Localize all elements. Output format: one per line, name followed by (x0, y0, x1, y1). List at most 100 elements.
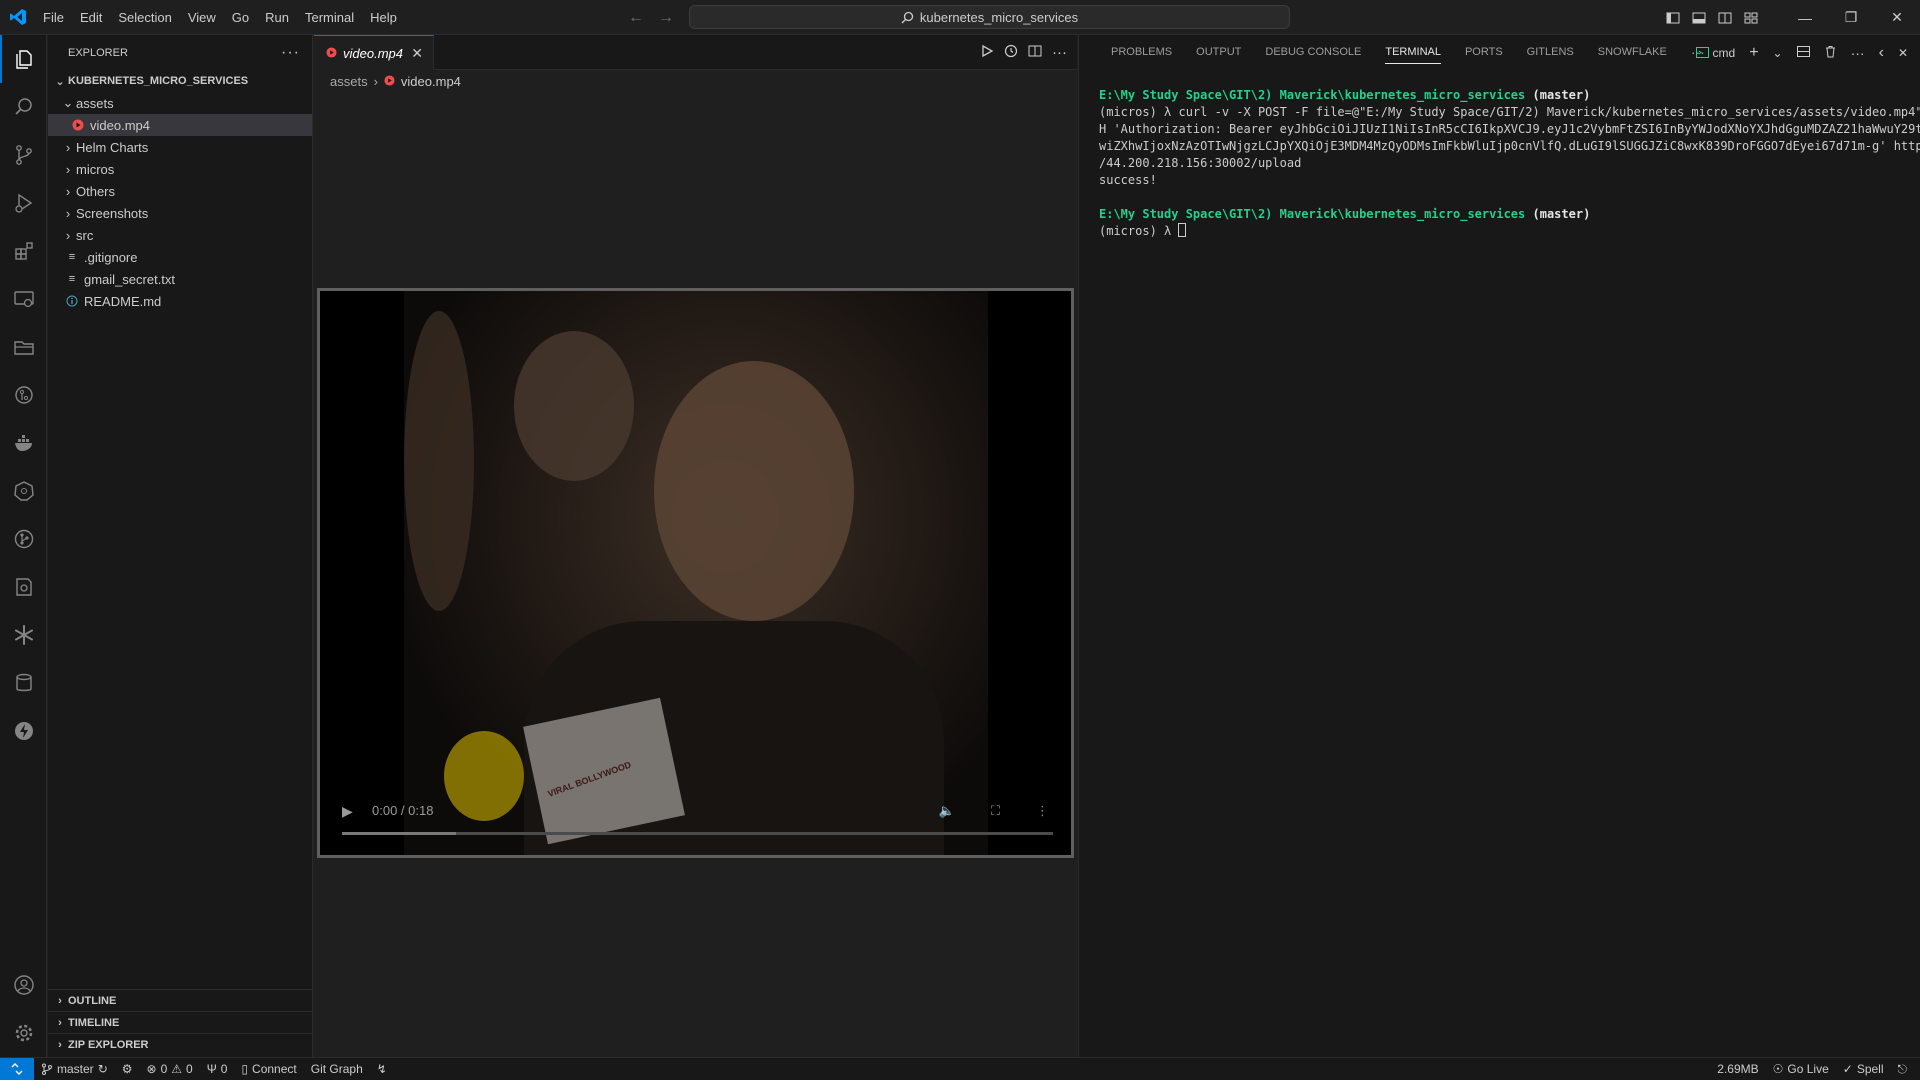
tree-item-label: micros (76, 161, 115, 177)
menu-selection[interactable]: Selection (110, 0, 179, 35)
remote-explorer-icon[interactable] (0, 275, 47, 323)
tree-item-src[interactable]: › src (48, 224, 312, 246)
spell-button[interactable]: ✓ Spell (1836, 1058, 1891, 1080)
video-player[interactable]: VIRAL BOLLYWOOD ▶ 0:00 / 0:18 🔈 ⛶ ⋮ (317, 288, 1074, 858)
git-graph-icon[interactable] (0, 515, 47, 563)
search-sidebar-icon[interactable] (0, 83, 47, 131)
more-actions-icon[interactable]: ··· (1052, 44, 1067, 61)
kubernetes-icon[interactable] (0, 467, 47, 515)
remote-indicator-icon[interactable] (0, 1058, 34, 1080)
tree-item-assets[interactable]: ⌄ assets (48, 92, 312, 114)
gitlens-icon[interactable] (0, 371, 47, 419)
forward-arrow-icon[interactable]: → (658, 9, 674, 27)
go-live-button[interactable]: ☉ Go Live (1766, 1058, 1836, 1080)
explorer-title: EXPLORER (68, 46, 128, 59)
split-terminal-icon[interactable] (1796, 45, 1810, 61)
timeline-history-icon[interactable] (1004, 44, 1018, 61)
command-result: success! (1099, 173, 1157, 187)
menu-go[interactable]: Go (224, 0, 257, 35)
close-window-icon[interactable]: ✕ (1874, 0, 1920, 35)
tab-terminal[interactable]: TERMINAL (1373, 35, 1453, 70)
tree-item-readme[interactable]: README.md (48, 290, 312, 312)
connect-button[interactable]: ▯ Connect (234, 1058, 303, 1080)
workspace-root[interactable]: ⌄ KUBERNETES_MICRO_SERVICES (48, 70, 312, 92)
tab-output[interactable]: OUTPUT (1184, 35, 1253, 70)
spell-label: Spell (1856, 1062, 1884, 1076)
toggle-primary-sidebar-icon[interactable] (1660, 0, 1686, 35)
notifications-bell-icon[interactable]: ⎋ (1891, 1058, 1915, 1080)
fullscreen-icon[interactable]: ⛶ (991, 803, 1000, 819)
menu-help[interactable]: Help (362, 0, 405, 35)
command-center[interactable]: kubernetes_micro_services (689, 5, 1290, 29)
more-actions-icon[interactable]: ··· (1851, 45, 1865, 61)
tree-item-helm-charts[interactable]: › Helm Charts (48, 136, 312, 158)
close-tab-icon[interactable]: ✕ (411, 45, 423, 62)
explorer-icon[interactable] (0, 35, 47, 83)
breadcrumb-assets[interactable]: assets (330, 74, 368, 89)
video-time: 0:00 / 0:18 (372, 803, 434, 818)
thunder-icon[interactable]: ↯ (370, 1058, 394, 1080)
more-actions-icon[interactable]: ··· (281, 44, 300, 62)
git-graph-button[interactable]: Git Graph (304, 1058, 370, 1080)
split-editor-icon[interactable] (1028, 44, 1042, 61)
accounts-icon[interactable] (0, 961, 47, 1009)
tree-item-micros[interactable]: › micros (48, 158, 312, 180)
trash-icon[interactable] (1824, 45, 1837, 61)
chevron-left-icon[interactable]: ‹ (1879, 44, 1884, 62)
chevron-down-icon[interactable]: ⌄ (1773, 46, 1783, 60)
volume-icon[interactable]: 🔈 (939, 803, 955, 819)
video-person-shape (404, 311, 474, 611)
breadcrumb-video[interactable]: video.mp4 (401, 74, 461, 89)
git-graph-label: Git Graph (310, 1062, 363, 1076)
thunder-client-icon[interactable] (0, 707, 47, 755)
restore-icon[interactable]: ❐ (1828, 0, 1874, 35)
timeline-section[interactable]: › TIMELINE (48, 1011, 313, 1033)
terminal-shell-selector[interactable]: cmd (1695, 46, 1735, 60)
folder-manager-icon[interactable] (0, 323, 47, 371)
more-options-icon[interactable]: ⋮ (1036, 803, 1049, 819)
menu-terminal[interactable]: Terminal (297, 0, 362, 35)
menu-edit[interactable]: Edit (72, 0, 110, 35)
run-icon[interactable] (980, 44, 994, 61)
back-arrow-icon[interactable]: ← (628, 9, 644, 27)
tree-item-gitignore[interactable]: ≡ .gitignore (48, 246, 312, 268)
video-progress-track[interactable] (342, 832, 1053, 835)
toggle-secondary-sidebar-icon[interactable] (1712, 0, 1738, 35)
tree-item-gmail-secret[interactable]: ≡ gmail_secret.txt (48, 268, 312, 290)
minimize-icon[interactable]: — (1782, 0, 1828, 35)
menu-view[interactable]: View (180, 0, 224, 35)
tab-snowflake[interactable]: SNOWFLAKE (1586, 35, 1679, 70)
tab-problems[interactable]: PROBLEMS (1099, 35, 1184, 70)
text-file-icon: ≡ (68, 273, 76, 285)
customize-layout-icon[interactable] (1738, 0, 1764, 35)
tab-ports[interactable]: PORTS (1453, 35, 1515, 70)
play-icon[interactable]: ▶ (342, 803, 353, 820)
testing-icon[interactable] (0, 563, 47, 611)
tree-item-video-mp4[interactable]: video.mp4 (48, 114, 312, 136)
tab-debug-console[interactable]: DEBUG CONSOLE (1253, 35, 1373, 70)
tree-item-others[interactable]: › Others (48, 180, 312, 202)
outline-section[interactable]: › OUTLINE (48, 989, 313, 1011)
manage-gear-icon[interactable] (0, 1009, 47, 1057)
problems-indicator[interactable]: ⊗ 0 ⚠ 0 (140, 1058, 200, 1080)
terminal-output[interactable]: E:\My Study Space\GIT\2) Maverick\kubern… (1099, 87, 1920, 240)
toggle-panel-icon[interactable] (1686, 0, 1712, 35)
snowflake-icon[interactable] (0, 611, 47, 659)
close-panel-icon[interactable]: ✕ (1898, 46, 1908, 60)
source-control-icon[interactable] (0, 131, 47, 179)
branch-indicator[interactable]: master ↻ (34, 1058, 115, 1080)
tree-item-screenshots[interactable]: › Screenshots (48, 202, 312, 224)
chevron-right-icon: › (65, 227, 71, 243)
tab-video-mp4[interactable]: video.mp4 ✕ (314, 35, 434, 70)
new-terminal-icon[interactable]: + (1749, 44, 1758, 62)
extensions-icon[interactable] (0, 227, 47, 275)
tab-gitlens[interactable]: GITLENS (1515, 35, 1586, 70)
zip-explorer-section[interactable]: › ZIP EXPLORER (48, 1033, 313, 1055)
run-and-debug-icon[interactable] (0, 179, 47, 227)
git-fetch-icon[interactable]: ⚙ (115, 1058, 140, 1080)
docker-icon[interactable] (0, 419, 47, 467)
menu-run[interactable]: Run (257, 0, 297, 35)
ports-indicator[interactable]: Ψ 0 (200, 1058, 235, 1080)
database-icon[interactable] (0, 659, 47, 707)
menu-file[interactable]: File (35, 0, 72, 35)
